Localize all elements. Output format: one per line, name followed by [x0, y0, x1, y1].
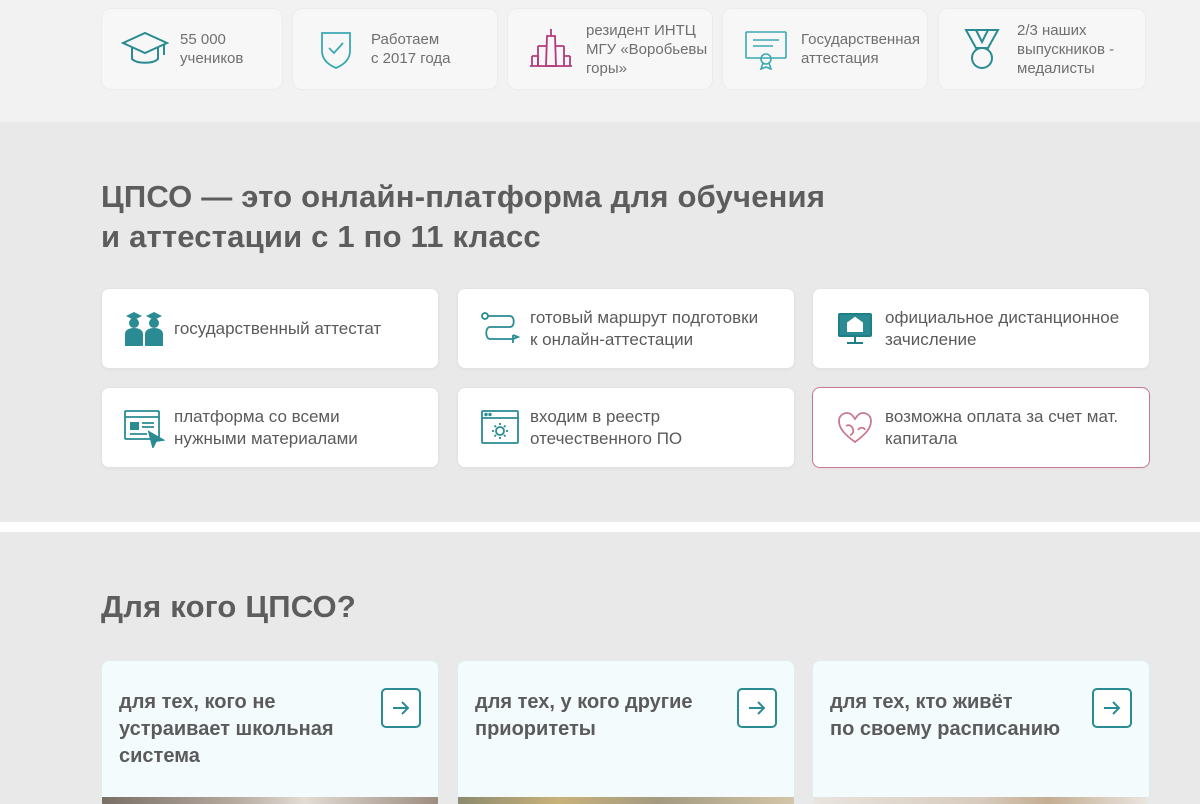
certificate-icon — [739, 22, 793, 76]
arrow-right-button[interactable] — [737, 688, 777, 728]
feature-text: официальное дистанционное зачисление — [885, 307, 1120, 349]
audience-photo — [458, 797, 794, 804]
medal-icon — [955, 22, 1009, 76]
arrow-right-icon — [393, 701, 410, 715]
feature-text: платформа со всеми нужными материалами — [174, 406, 358, 448]
audience-card-text: для тех, у кого другие приоритеты — [475, 691, 693, 740]
platform-title: ЦПСО — это онлайн-платформа для обучения… — [101, 179, 826, 254]
browser-gear-icon — [478, 406, 522, 450]
audience-photo — [102, 797, 438, 804]
audience-card-text: для тех, кого не устраивает школьная сис… — [119, 691, 334, 767]
audience-title: Для кого ЦПСО? — [101, 589, 356, 624]
arrow-right-icon — [1104, 701, 1121, 715]
arrow-right-button[interactable] — [381, 688, 421, 728]
feature-remote-enrollment[interactable]: официальное дистанционное зачисление — [812, 288, 1150, 369]
audience-card-own-schedule[interactable]: для тех, кто живёт по своему расписанию — [812, 660, 1150, 804]
stat-certification: Государственная аттестация — [722, 8, 928, 90]
stat-text: 2/3 наших выпускников - медалисты — [1017, 21, 1115, 77]
browser-materials-icon — [122, 406, 166, 450]
section-divider — [0, 522, 1200, 532]
stat-text: Работаем с 2017 года — [371, 31, 451, 67]
shield-check-icon — [309, 22, 363, 76]
stat-medalists: 2/3 наших выпускников - медалисты — [938, 8, 1146, 90]
feature-state-certificate[interactable]: государственный аттестат — [101, 288, 439, 369]
stat-text: резидент ИНТЦ МГУ «Воробьевы горы» — [586, 21, 708, 77]
feature-text: государственный аттестат — [174, 318, 382, 338]
feature-maternity-capital[interactable]: возможна оплата за счет мат. капитала — [812, 387, 1150, 468]
stat-text: 55 000 учеников — [180, 31, 244, 67]
stat-resident: резидент ИНТЦ МГУ «Воробьевы горы» — [507, 8, 713, 90]
stat-students: 55 000 учеников — [101, 8, 283, 90]
feature-text: возможна оплата за счет мат. капитала — [885, 406, 1119, 448]
feature-text: готовый маршрут подготовки к онлайн-атте… — [530, 307, 759, 349]
audience-card-school-system[interactable]: для тех, кого не устраивает школьная сис… — [101, 660, 439, 804]
heart-hands-icon — [833, 406, 877, 450]
audience-card-other-priorities[interactable]: для тех, у кого другие приоритеты — [457, 660, 795, 804]
arrow-right-icon — [749, 701, 766, 715]
stat-text: Государственная аттестация — [801, 31, 920, 67]
route-icon — [478, 307, 522, 351]
feature-materials-platform[interactable]: платформа со всеми нужными материалами — [101, 387, 439, 468]
feature-ready-route[interactable]: готовый маршрут подготовки к онлайн-атте… — [457, 288, 795, 369]
arrow-right-button[interactable] — [1092, 688, 1132, 728]
audience-card-text: для тех, кто живёт по своему расписанию — [830, 691, 1061, 740]
students-icon — [122, 307, 166, 351]
platform-section: ЦПСО — это онлайн-платформа для обучения… — [0, 122, 1200, 522]
feature-text: входим в реестр отечественного ПО — [530, 406, 683, 448]
stats-band: 55 000 учеников Работаем с 2017 года рез… — [0, 0, 1200, 122]
university-building-icon — [524, 22, 578, 76]
audience-photo — [813, 797, 1149, 804]
graduation-cap-icon — [118, 22, 172, 76]
stat-since: Работаем с 2017 года — [292, 8, 498, 90]
feature-software-registry[interactable]: входим в реестр отечественного ПО — [457, 387, 795, 468]
audience-section: Для кого ЦПСО? для тех, кого не устраива… — [0, 532, 1200, 804]
monitor-school-icon — [833, 307, 877, 351]
